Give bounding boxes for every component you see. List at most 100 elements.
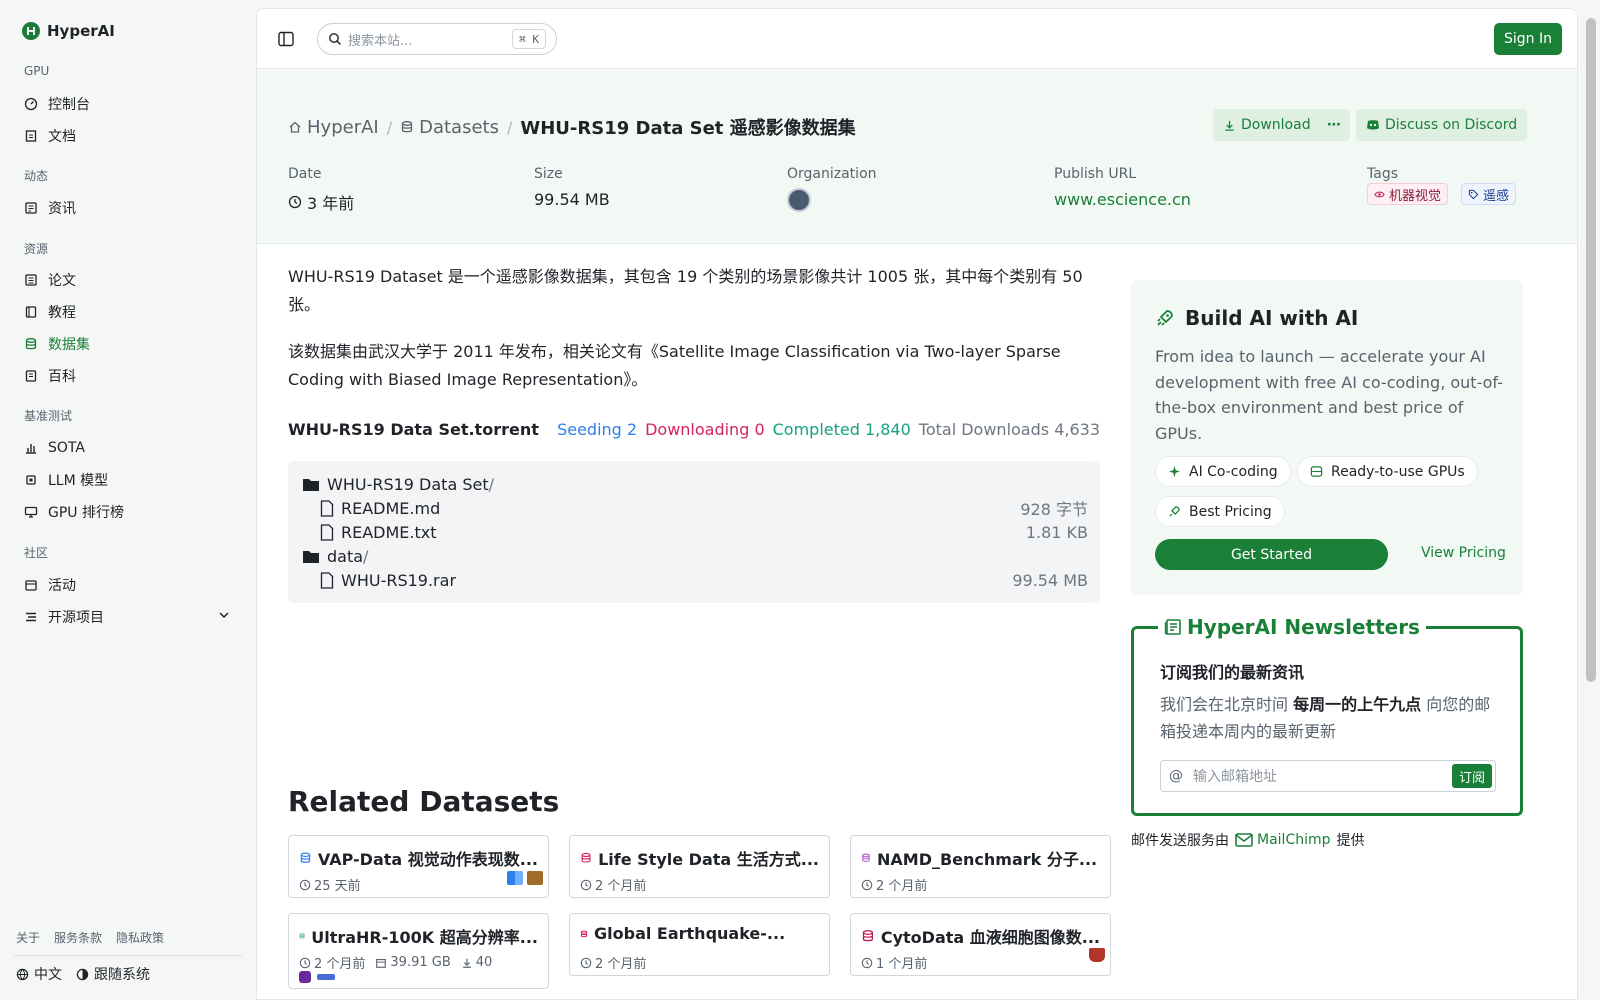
card-title-row: CytoData 血液细胞图像数...	[861, 924, 1100, 948]
organization-value	[787, 188, 811, 212]
page-scrollbar[interactable]	[1586, 18, 1596, 682]
card-meta: 2 个月前	[580, 953, 646, 972]
breadcrumb: HyperAI / Datasets / WHU-RS19 Data Set 遥…	[288, 114, 856, 140]
organization-logo[interactable]	[787, 188, 811, 212]
sidebar-item-papers[interactable]: 论文	[24, 269, 76, 291]
more-options-button[interactable]: ⋯	[1318, 109, 1350, 141]
sidebar-item-news[interactable]: 资讯	[24, 197, 76, 219]
dataset-header: HyperAI / Datasets / WHU-RS19 Data Set 遥…	[257, 70, 1577, 244]
file-tree-row[interactable]: README.txt 1.81 KB	[320, 520, 1088, 544]
card-title: Life Style Data 生活方式...	[598, 850, 819, 869]
related-dataset-card[interactable]: UltraHR-100K 超高分辨率... 2 个月前 39.91 GB 40	[288, 913, 549, 989]
theme-switch[interactable]: 跟随系统	[76, 964, 150, 984]
date-text: 3 年前	[307, 194, 355, 213]
discord-button[interactable]: Discuss on Discord	[1356, 109, 1528, 141]
breadcrumb-home[interactable]: HyperAI	[288, 117, 379, 138]
card-date: 1 个月前	[861, 953, 927, 972]
file-icon	[320, 499, 334, 517]
related-dataset-card[interactable]: VAP-Data 视觉动作表现数... 25 天前	[288, 835, 549, 898]
chip-label: Ready-to-use GPUs	[1331, 463, 1465, 480]
breadcrumb-datasets[interactable]: Datasets	[400, 117, 499, 138]
description-paragraph: WHU-RS19 Dataset 是一个遥感影像数据集，其包含 19 个类别的场…	[288, 267, 1083, 314]
related-datasets-title: Related Datasets	[288, 785, 560, 818]
card-date-text: 2 个月前	[595, 879, 647, 894]
related-dataset-card[interactable]: CytoData 血液细胞图像数... 1 个月前	[850, 913, 1111, 976]
related-dataset-card[interactable]: NAMD_Benchmark 分子... 2 个月前	[850, 835, 1111, 898]
seeding-count: Seeding 2	[557, 420, 638, 439]
card-downloads-text: 40	[475, 955, 493, 970]
card-meta: 2 个月前	[580, 875, 646, 894]
sidebar-item-datasets[interactable]: 数据集	[24, 333, 90, 355]
nav-section-resources: 资源	[24, 242, 49, 256]
discord-label: Discuss on Discord	[1385, 117, 1518, 133]
tag-icon	[1468, 189, 1479, 199]
sidebar-item-label: 开源项目	[48, 610, 104, 626]
related-dataset-card[interactable]: Life Style Data 生活方式... 2 个月前	[569, 835, 830, 898]
sidebar-item-label: 论文	[48, 273, 76, 289]
mailchimp-link[interactable]: MailChimp	[1235, 832, 1331, 848]
brand-logo[interactable]: HyperAI	[22, 22, 115, 40]
feature-chip-gpus: Ready-to-use GPUs	[1297, 456, 1478, 487]
rocket-icon	[1157, 310, 1173, 326]
tag-remote-sensing[interactable]: 遥感	[1461, 183, 1517, 205]
footer-link-terms[interactable]: 服务条款	[54, 929, 102, 946]
file-tree-row[interactable]: WHU-RS19 Data Set /	[302, 472, 1088, 496]
sidebar-item-label: 百科	[48, 369, 76, 385]
book-icon	[25, 306, 37, 318]
card-date-text: 2 个月前	[595, 957, 647, 972]
publish-url-link[interactable]: www.escience.cn	[1054, 190, 1191, 209]
sidebar-item-tutorials[interactable]: 教程	[24, 301, 76, 323]
sidebar-item-label: 活动	[48, 578, 76, 594]
footer-link-about[interactable]: 关于	[16, 929, 40, 946]
chevron-down-icon[interactable]	[217, 608, 231, 622]
newsletter-schedule: 每周一的上午九点	[1293, 695, 1422, 714]
sidebar-item-events[interactable]: 活动	[24, 574, 76, 596]
sidebar-item-console[interactable]: 控制台	[24, 93, 90, 115]
sidebar-item-gpu-ranking[interactable]: GPU 排行榜	[24, 501, 124, 523]
file-tree-row[interactable]: WHU-RS19.rar 99.54 MB	[320, 568, 1088, 592]
footer-divider	[14, 955, 242, 956]
downloading-count: Downloading 0	[645, 420, 765, 439]
sidebar-item-wiki[interactable]: 百科	[24, 365, 76, 387]
database-icon	[862, 853, 870, 862]
get-started-button[interactable]: Get Started	[1155, 539, 1388, 570]
language-label: 中文	[34, 967, 62, 983]
file-tree-row[interactable]: data /	[302, 544, 1088, 568]
event-icon	[25, 580, 37, 591]
download-button[interactable]: Download	[1213, 109, 1321, 141]
sidebar-item-docs[interactable]: 文档	[24, 125, 76, 147]
sidebar-item-label: 控制台	[48, 97, 90, 113]
file-name: WHU-RS19.rar	[341, 570, 457, 590]
language-switch[interactable]: 中文	[16, 964, 62, 984]
search-input[interactable]: 搜索本站... ⌘ K	[317, 23, 557, 55]
topbar: 搜索本站... ⌘ K Sign In	[257, 9, 1577, 69]
card-size-text: 39.91 GB	[390, 955, 451, 970]
database-icon	[401, 121, 413, 133]
clock-icon	[299, 957, 311, 968]
bar-chart-icon	[26, 444, 36, 454]
file-tree-row[interactable]: README.md 928 字节	[320, 496, 1088, 520]
sign-in-button[interactable]: Sign In	[1494, 23, 1562, 55]
card-date: 2 个月前	[861, 875, 927, 894]
sidebar-item-sota[interactable]: SOTA	[24, 437, 85, 459]
card-date: 2 个月前	[299, 953, 365, 972]
footer-link-privacy[interactable]: 隐私政策	[116, 929, 164, 946]
build-ai-description: From idea to launch — accelerate your AI…	[1155, 347, 1503, 443]
size-value: 99.54 MB	[534, 190, 610, 209]
file-name: WHU-RS19 Data Set	[327, 474, 489, 494]
tag-machine-vision[interactable]: 机器视觉	[1367, 183, 1449, 205]
email-field[interactable]: @ 输入邮箱地址 订阅	[1160, 760, 1496, 792]
torrent-stats: Seeding 2 Downloading 0 Completed 1,840 …	[557, 420, 1100, 439]
card-title-row: Life Style Data 生活方式...	[580, 846, 819, 870]
total-downloads: Total Downloads 4,633	[918, 420, 1100, 439]
chip-icon	[26, 475, 36, 485]
related-dataset-card[interactable]: Global Earthquake-... 2 个月前	[569, 913, 830, 976]
subscribe-button[interactable]: 订阅	[1451, 764, 1492, 788]
database-icon	[25, 338, 37, 350]
sidebar-item-llm[interactable]: LLM 模型	[24, 469, 108, 491]
sidebar-item-open-source[interactable]: 开源项目	[24, 606, 104, 628]
file-tree: WHU-RS19 Data Set / README.md 928 字节 READ…	[288, 461, 1100, 603]
sidebar-toggle-icon[interactable]	[277, 30, 295, 48]
view-pricing-link[interactable]: View Pricing	[1421, 545, 1506, 561]
torrent-filename[interactable]: WHU-RS19 Data Set.torrent	[288, 420, 539, 439]
